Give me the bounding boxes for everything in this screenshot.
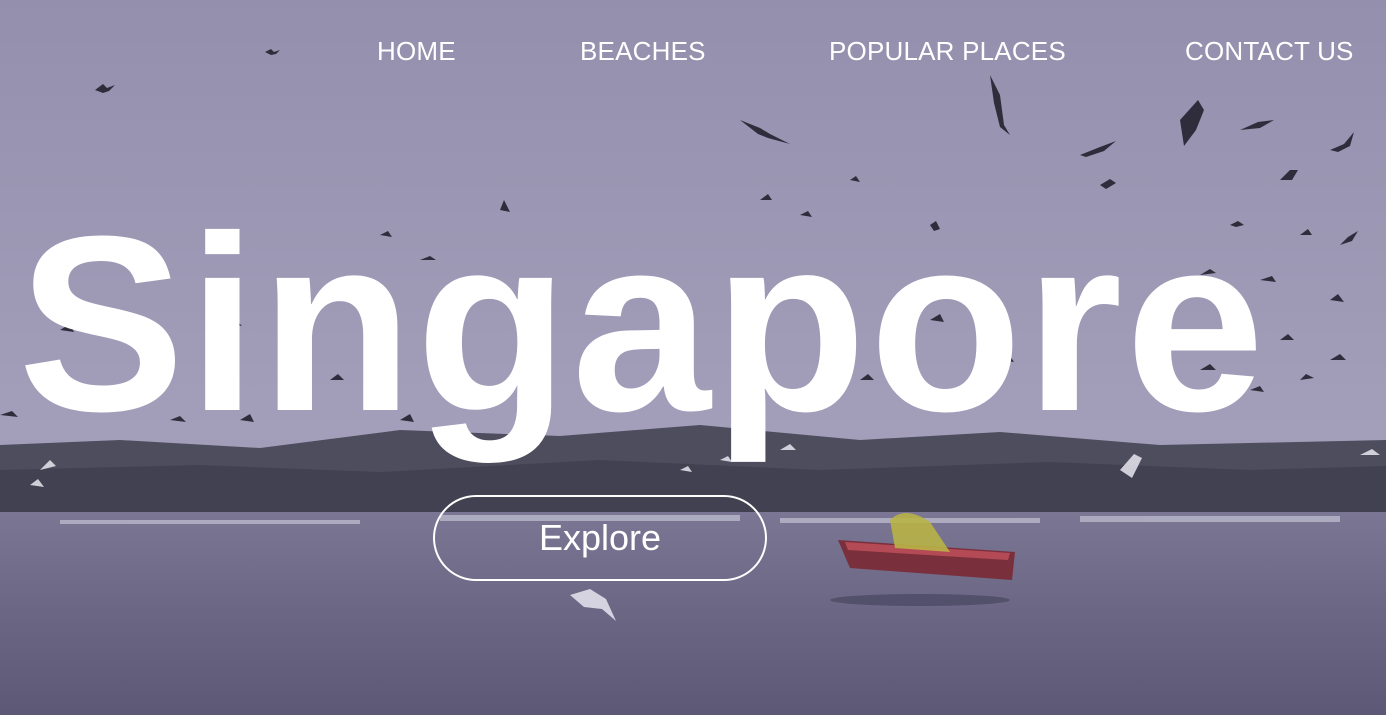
nav-link-beaches[interactable]: BEACHES [580,36,706,67]
nav-link-contact-us[interactable]: CONTACT US [1185,36,1354,67]
nav-link-popular-places[interactable]: POPULAR PLACES [829,36,1066,67]
hero-title: Singapore [18,184,1268,463]
nav-link-home[interactable]: HOME [377,36,456,67]
explore-button[interactable]: Explore [433,495,767,581]
main-navigation: HOME BEACHES POPULAR PLACES CONTACT US [0,0,1386,100]
